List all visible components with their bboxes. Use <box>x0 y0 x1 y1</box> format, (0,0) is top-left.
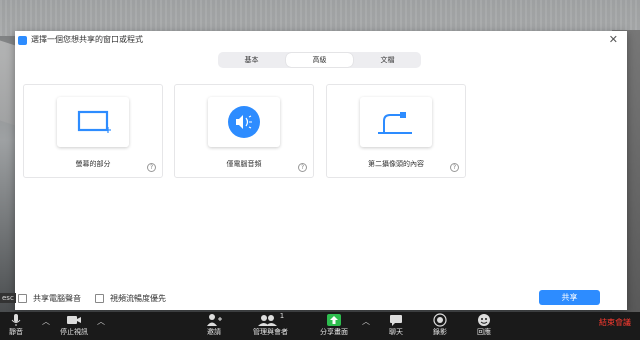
speaker-icon <box>228 106 260 138</box>
help-icon[interactable]: ? <box>450 163 459 172</box>
reactions-button[interactable]: 回應 <box>477 312 491 340</box>
record-icon <box>433 312 447 328</box>
option-label: 僅電腦音頻 <box>226 160 262 168</box>
tab-advanced[interactable]: 高級 <box>286 53 353 67</box>
participants-icon: 1 <box>257 312 284 328</box>
optimize-video-label: 視頻流暢度優先 <box>110 294 166 303</box>
checkbox-box[interactable] <box>18 294 27 303</box>
meeting-toolbar: 靜音 ︿ 停止視訊 ︿ 邀請 1 管理與會者 分享畫面 ︿ 聊天 錄影 回應 結… <box>0 312 640 340</box>
checkbox-box[interactable] <box>95 294 104 303</box>
option-label: 第二攝像頭的內容 <box>368 160 424 168</box>
zoom-app-icon <box>18 36 27 45</box>
share-screen-icon <box>327 312 341 328</box>
dialog-footer: 共享電腦聲音 視頻流暢度優先 共享 <box>15 285 627 310</box>
tab-basic[interactable]: 基本 <box>218 52 285 68</box>
option-thumbnail <box>360 97 432 147</box>
option-thumbnail <box>208 97 280 147</box>
video-options-chevron-icon[interactable]: ︿ <box>97 316 105 327</box>
record-button[interactable]: 錄影 <box>433 312 447 340</box>
dialog-titlebar: 選擇一個您想共享的窗口或程式 ✕ <box>15 31 627 49</box>
share-button[interactable]: 共享 <box>539 290 600 305</box>
chat-label: 聊天 <box>389 328 403 336</box>
help-icon[interactable]: ? <box>147 163 156 172</box>
smiley-icon <box>477 312 491 328</box>
mute-options-chevron-icon[interactable]: ︿ <box>42 316 50 327</box>
share-sound-checkbox[interactable]: 共享電腦聲音 <box>18 293 81 304</box>
tab-files[interactable]: 文檔 <box>354 52 421 68</box>
stop-video-label: 停止視訊 <box>60 328 88 336</box>
option-label: 螢幕的部分 <box>75 160 111 168</box>
esc-hint: esc <box>0 293 16 303</box>
chat-icon <box>389 312 403 328</box>
participants-label: 管理與會者 <box>253 328 288 336</box>
video-camera-icon <box>66 312 82 328</box>
tab-bar: 基本 高級 文檔 <box>218 52 421 68</box>
add-user-icon <box>206 312 222 328</box>
option-card-screen-portion[interactable]: 螢幕的部分 ? <box>23 84 163 178</box>
participant-count: 1 <box>279 312 285 320</box>
record-label: 錄影 <box>433 328 447 336</box>
invite-button[interactable]: 邀請 <box>206 312 222 340</box>
close-icon[interactable]: ✕ <box>609 34 618 46</box>
help-icon[interactable]: ? <box>298 163 307 172</box>
option-card-computer-audio[interactable]: 僅電腦音頻 ? <box>174 84 314 178</box>
option-card-second-camera[interactable]: 第二攝像頭的內容 ? <box>326 84 466 178</box>
end-meeting-button[interactable]: 結束會議 <box>599 317 631 328</box>
microphone-icon <box>11 312 21 328</box>
share-screen-button[interactable]: 分享畫面 <box>320 312 348 340</box>
share-dialog: 選擇一個您想共享的窗口或程式 ✕ 基本 高級 文檔 螢幕的部分 ? 僅電腦音頻 … <box>15 31 627 310</box>
mute-button[interactable]: 靜音 <box>9 312 23 340</box>
screen-portion-icon <box>77 110 111 133</box>
chat-button[interactable]: 聊天 <box>389 312 403 340</box>
dialog-title: 選擇一個您想共享的窗口或程式 <box>31 35 143 44</box>
invite-label: 邀請 <box>207 328 221 336</box>
option-thumbnail <box>57 97 129 147</box>
participants-button[interactable]: 1 管理與會者 <box>253 312 288 340</box>
share-sound-label: 共享電腦聲音 <box>33 294 81 303</box>
reactions-label: 回應 <box>477 328 491 336</box>
stop-video-button[interactable]: 停止視訊 <box>60 312 88 340</box>
share-options-chevron-icon[interactable]: ︿ <box>362 316 370 327</box>
optimize-video-checkbox[interactable]: 視頻流暢度優先 <box>95 293 166 304</box>
mute-label: 靜音 <box>9 328 23 336</box>
document-camera-icon <box>378 112 412 134</box>
share-screen-label: 分享畫面 <box>320 328 348 336</box>
